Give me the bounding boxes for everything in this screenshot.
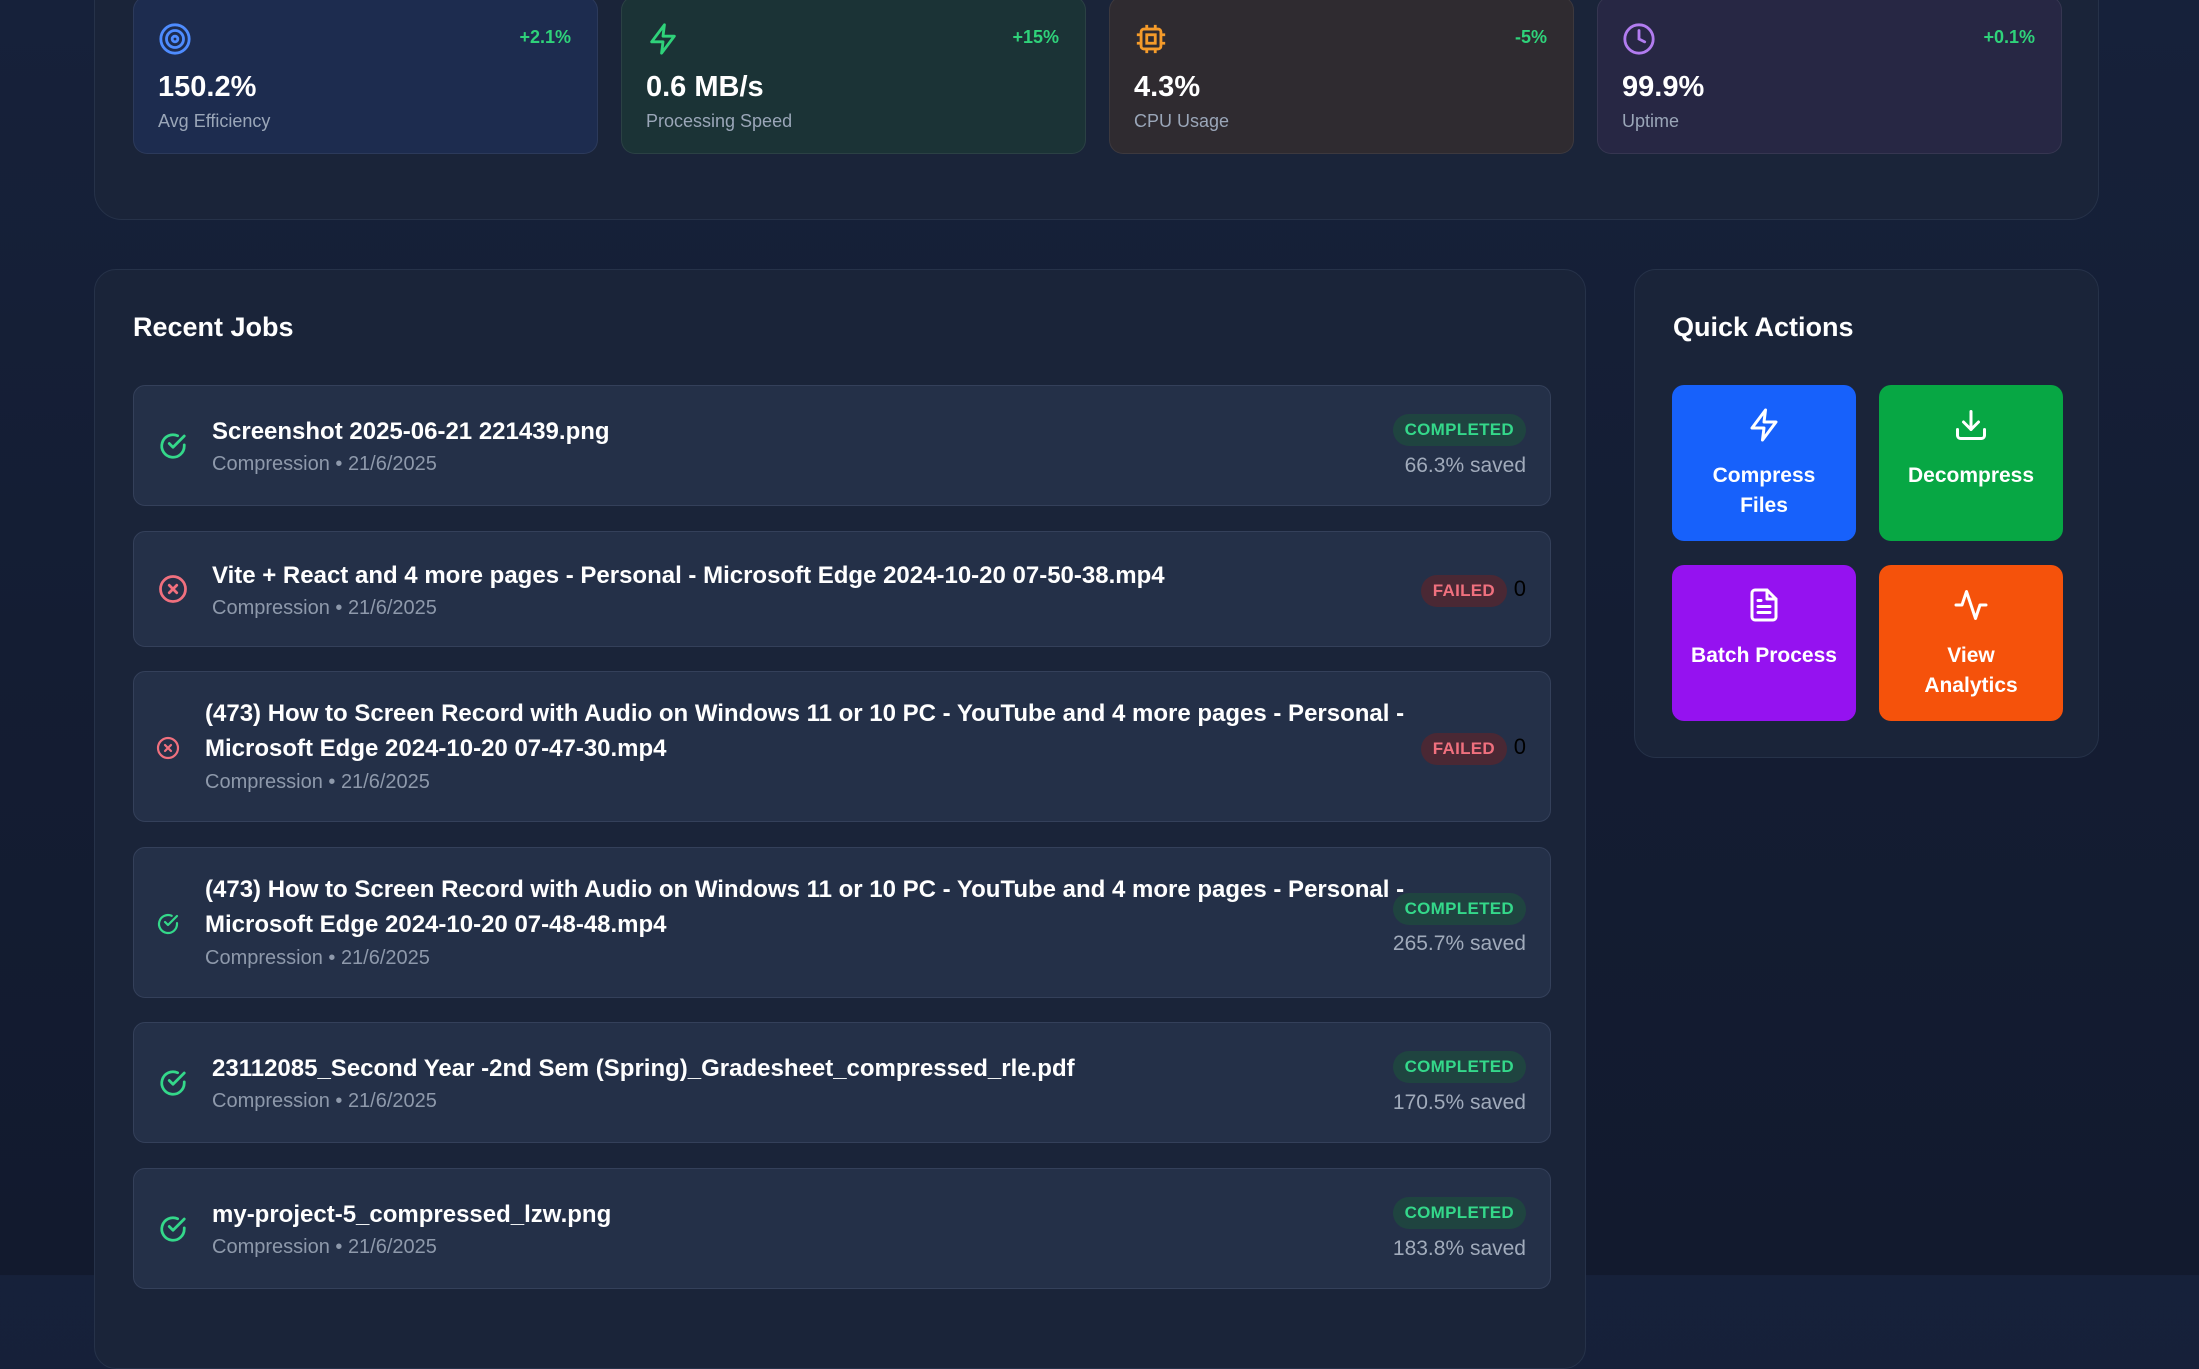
status-badge: COMPLETED — [1392, 414, 1526, 446]
job-saved: 66.3% saved — [1404, 454, 1526, 477]
stat-value: 0.6 MB/s — [646, 71, 764, 103]
stat-card-processing-speed: +15% 0.6 MB/s Processing Speed — [621, 0, 1086, 154]
job-name: 23112085_Second Year -2nd Sem (Spring)_G… — [212, 1055, 1075, 1082]
stat-label: Avg Efficiency — [158, 111, 271, 131]
job-row[interactable]: 23112085_Second Year -2nd Sem (Spring)_G… — [133, 1022, 1551, 1143]
job-row[interactable]: my-project-5_compressed_lzw.png Compress… — [133, 1168, 1551, 1289]
recent-jobs-panel: Recent Jobs Screenshot 2025-06-21 221439… — [94, 269, 1586, 1369]
quick-actions-panel: Quick Actions Compress Files Decompress … — [1634, 269, 2099, 758]
stat-card-cpu-usage: -5% 4.3% CPU Usage — [1109, 0, 1574, 154]
check-circle-icon — [160, 433, 186, 459]
job-size: 0 — [1513, 576, 1526, 601]
activity-icon — [1954, 590, 1988, 620]
job-row[interactable]: Screenshot 2025-06-21 221439.png Compres… — [133, 385, 1551, 506]
button-label: Decompress — [1889, 461, 2053, 491]
compress-files-button[interactable]: Compress Files — [1672, 385, 1856, 541]
check-circle-icon — [160, 1216, 186, 1242]
button-label: View Analytics — [1889, 641, 2053, 701]
download-icon — [1956, 410, 1986, 440]
button-label: Compress Files — [1682, 461, 1846, 521]
button-label-line: Files — [1740, 494, 1788, 517]
button-label-line: Analytics — [1924, 674, 2018, 697]
stat-label: Processing Speed — [646, 111, 793, 131]
job-name: Vite + React and 4 more pages - Personal… — [212, 562, 1165, 589]
quick-actions-title: Quick Actions — [1673, 312, 1854, 342]
x-circle-icon — [159, 575, 187, 603]
job-meta: Compression • 21/6/2025 — [212, 1090, 437, 1112]
stat-change: -5% — [1514, 27, 1547, 47]
job-meta: Compression • 21/6/2025 — [212, 1236, 437, 1258]
status-badge: FAILED — [1420, 575, 1507, 607]
stat-value: 4.3% — [1134, 71, 1201, 103]
job-saved: 265.7% saved — [1392, 932, 1526, 955]
job-row[interactable]: Vite + React and 4 more pages - Personal… — [133, 531, 1551, 647]
job-name-line: (473) How to Screen Record with Audio on… — [205, 876, 1405, 903]
stat-value: 150.2% — [158, 71, 257, 103]
job-meta: Compression • 21/6/2025 — [212, 597, 437, 619]
cpu-icon — [1136, 24, 1166, 54]
job-name-line: Microsoft Edge 2024-10-20 07-48-48.mp4 — [205, 911, 667, 938]
job-saved: 170.5% saved — [1392, 1091, 1526, 1114]
job-name: my-project-5_compressed_lzw.png — [212, 1201, 612, 1228]
view-analytics-button[interactable]: View Analytics — [1879, 565, 2063, 721]
recent-jobs-title: Recent Jobs — [133, 312, 294, 342]
job-name-line: (473) How to Screen Record with Audio on… — [205, 700, 1405, 727]
lightning-icon — [650, 23, 676, 55]
target-icon — [159, 23, 191, 55]
stat-label: CPU Usage — [1134, 111, 1230, 131]
lightning-icon — [1750, 408, 1778, 442]
x-circle-icon — [156, 736, 180, 760]
button-label: Batch Process — [1682, 641, 1846, 671]
stat-label: Uptime — [1622, 111, 1680, 131]
job-meta: Compression • 21/6/2025 — [212, 453, 437, 475]
job-meta: Compression • 21/6/2025 — [205, 771, 430, 793]
stat-card-uptime: +0.1% 99.9% Uptime — [1597, 0, 2062, 154]
status-badge: FAILED — [1420, 733, 1507, 765]
check-circle-icon — [160, 1070, 186, 1096]
button-label-line: Decompress — [1907, 464, 2035, 487]
stat-change: +15% — [1012, 27, 1059, 47]
job-name-line: Microsoft Edge 2024-10-20 07-47-30.mp4 — [205, 735, 667, 762]
job-row[interactable]: (473) How to Screen Record with Audio on… — [133, 847, 1551, 998]
job-name: Screenshot 2025-06-21 221439.png — [212, 418, 610, 445]
button-label-line: Batch Process — [1691, 644, 1837, 667]
stat-change: +0.1% — [1983, 27, 2035, 47]
batch-process-button[interactable]: Batch Process — [1672, 565, 1856, 721]
job-saved: 183.8% saved — [1392, 1237, 1526, 1260]
document-icon — [1750, 588, 1778, 622]
stat-value: 99.9% — [1622, 71, 1705, 103]
check-circle-icon — [157, 913, 179, 935]
job-meta: Compression • 21/6/2025 — [205, 947, 430, 969]
stat-change: +2.1% — [519, 27, 571, 47]
decompress-button[interactable]: Decompress — [1879, 385, 2063, 541]
status-badge: COMPLETED — [1392, 1197, 1526, 1229]
stats-panel: +2.1% 150.2% Avg Efficiency +15% 0.6 MB/… — [94, 0, 2099, 220]
button-label-line: View — [1947, 644, 1995, 667]
button-label-line: Compress — [1712, 464, 1816, 487]
clock-icon — [1623, 23, 1655, 55]
job-size: 0 — [1513, 734, 1526, 759]
stat-card-avg-efficiency: +2.1% 150.2% Avg Efficiency — [133, 0, 598, 154]
status-badge: COMPLETED — [1392, 893, 1526, 925]
status-badge: COMPLETED — [1392, 1051, 1526, 1083]
job-row[interactable]: (473) How to Screen Record with Audio on… — [133, 671, 1551, 822]
